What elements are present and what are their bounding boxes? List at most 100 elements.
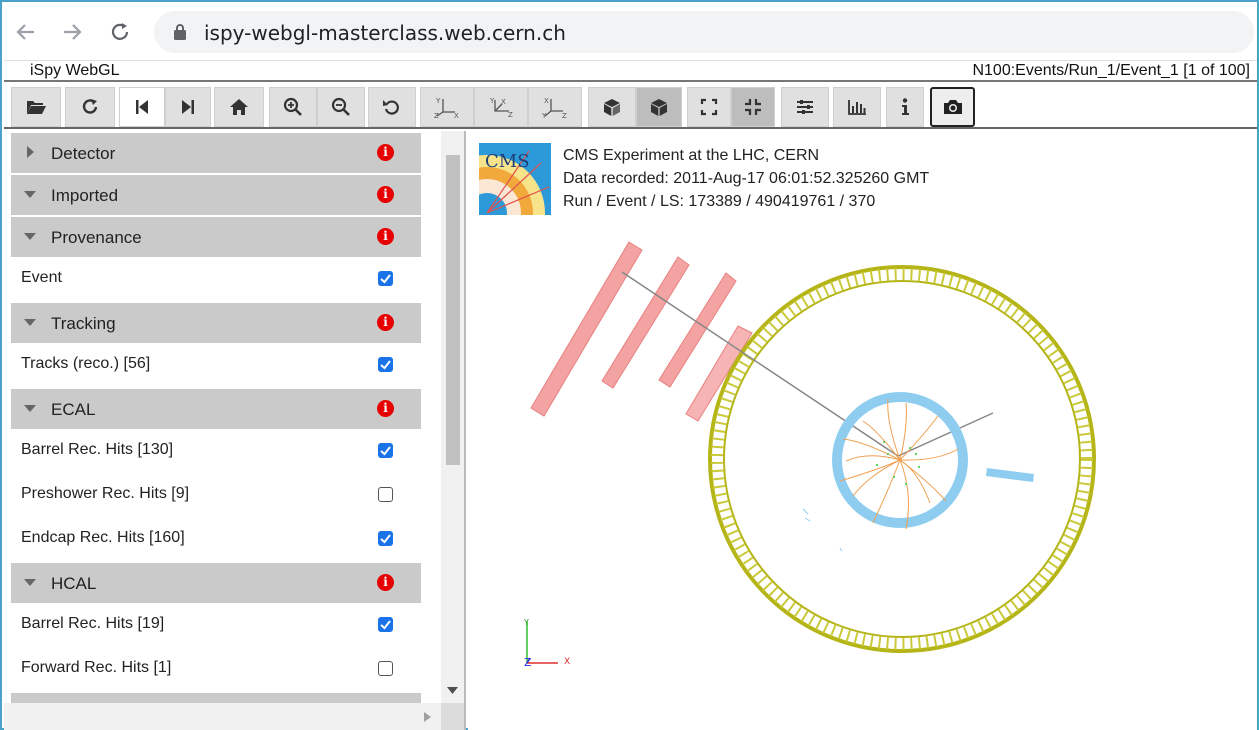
next-event-button[interactable] xyxy=(165,87,211,127)
group-imported[interactable]: Imported i xyxy=(11,175,421,215)
histogram-button[interactable] xyxy=(833,87,881,127)
zoom-in-button[interactable] xyxy=(269,87,317,127)
toolbar: Y Z X YXZ XYZ xyxy=(4,83,1257,129)
list-item-ecal-barrel: Barrel Rec. Hits [130] xyxy=(11,429,421,473)
group-label: Provenance xyxy=(51,228,142,247)
event-scene: Y Z X xyxy=(523,241,1096,669)
scroll-right-icon[interactable] xyxy=(424,712,431,722)
chevron-down-icon xyxy=(24,319,36,326)
muon-outer-ring xyxy=(708,265,1096,653)
open-file-icon xyxy=(27,101,46,114)
view-xy-icon: X Y Z xyxy=(541,97,567,118)
chevron-down-icon xyxy=(24,191,36,198)
visibility-checkbox[interactable] xyxy=(378,617,393,632)
item-label: Tracks (reco.) [56] xyxy=(21,355,151,372)
address-bar[interactable]: ispy-webgl-masterclass.web.cern.ch xyxy=(154,11,1254,53)
orthographic-button[interactable] xyxy=(636,87,682,127)
first-event-button[interactable] xyxy=(119,87,165,127)
item-label: Preshower Rec. Hits [9] xyxy=(21,485,190,502)
visibility-checkbox[interactable] xyxy=(378,661,393,676)
perspective-icon xyxy=(604,99,620,116)
back-arrow-icon[interactable] xyxy=(10,16,42,48)
visibility-checkbox[interactable] xyxy=(378,531,393,546)
exit-fullscreen-icon xyxy=(745,99,761,115)
group-detector[interactable]: Detector i xyxy=(11,133,421,173)
first-event-icon xyxy=(136,100,148,114)
group-ecal[interactable]: ECAL i xyxy=(11,389,421,429)
chevron-right-icon xyxy=(27,146,34,158)
group-label: Tracking xyxy=(51,314,116,333)
svg-text:Y: Y xyxy=(435,97,441,105)
view-xy-button[interactable]: X Y Z xyxy=(528,87,582,127)
list-item-hcal-forward: Forward Rec. Hits [1] xyxy=(11,647,421,691)
settings-button[interactable] xyxy=(781,87,829,127)
list-item-hcal-barrel: Barrel Rec. Hits [19] xyxy=(11,603,421,647)
chevron-down-icon xyxy=(24,579,36,586)
info-icon[interactable]: i xyxy=(377,400,394,417)
info-icon[interactable]: i xyxy=(377,228,394,245)
reset-view-button[interactable] xyxy=(368,87,416,127)
info-icon[interactable]: i xyxy=(377,574,394,591)
view-yz-button[interactable]: Y Z X xyxy=(420,87,474,127)
orthographic-icon xyxy=(651,99,667,116)
svg-text:X: X xyxy=(454,112,459,118)
browser-bar: ispy-webgl-masterclass.web.cern.ch xyxy=(4,4,1257,60)
vertical-scrollbar[interactable] xyxy=(441,131,464,703)
svg-text:X: X xyxy=(544,97,549,105)
home-icon xyxy=(230,99,248,115)
info-button[interactable] xyxy=(886,87,924,127)
axes-triad: Y Z X xyxy=(523,618,570,669)
group-label: Imported xyxy=(51,186,119,205)
group-partial[interactable] xyxy=(11,693,421,703)
info-icon[interactable]: i xyxy=(377,314,394,331)
exit-fullscreen-button[interactable] xyxy=(731,87,775,127)
visibility-checkbox[interactable] xyxy=(378,271,393,286)
screenshot-button[interactable] xyxy=(930,87,975,127)
home-button[interactable] xyxy=(214,87,264,127)
group-label: ECAL xyxy=(51,400,96,419)
svg-text:X: X xyxy=(501,98,506,106)
info-icon[interactable]: i xyxy=(377,186,394,203)
zoom-out-button[interactable] xyxy=(317,87,365,127)
view-xz-icon: Y XZ xyxy=(489,97,513,118)
group-hcal[interactable]: HCAL i xyxy=(11,563,421,603)
item-label: Event xyxy=(21,269,62,286)
zoom-out-icon xyxy=(331,97,350,116)
view-xz-button[interactable]: YXZ xyxy=(474,87,528,127)
chevron-down-icon xyxy=(24,405,36,412)
event-info: N100:Events/Run_1/Event_1 [1 of 100] xyxy=(972,62,1250,79)
reload-icon[interactable] xyxy=(104,16,136,48)
small-hits xyxy=(802,508,843,552)
fullscreen-button[interactable] xyxy=(687,87,731,127)
visibility-checkbox[interactable] xyxy=(378,487,393,502)
axis-y-label: Y xyxy=(523,618,529,627)
perspective-button[interactable] xyxy=(588,87,636,127)
calo-hits xyxy=(876,441,920,485)
item-label: Barrel Rec. Hits [130] xyxy=(21,441,174,458)
svg-text:Z: Z xyxy=(434,112,439,118)
group-label: Detector xyxy=(51,144,116,163)
visibility-checkbox[interactable] xyxy=(378,443,393,458)
scroll-corner xyxy=(441,703,464,730)
info-icon[interactable]: i xyxy=(377,144,394,161)
reload-icon xyxy=(82,99,98,114)
item-label: Barrel Rec. Hits [19] xyxy=(21,615,165,632)
chevron-down-icon xyxy=(24,233,36,240)
collection-panel: Detector i Imported i Provenance i Event… xyxy=(4,131,466,730)
event-display[interactable]: CMS CMS Experiment at the LHC, CERN Data… xyxy=(468,131,1257,730)
svg-text:Y: Y xyxy=(489,97,495,105)
group-tracking[interactable]: Tracking i xyxy=(11,303,421,343)
item-label: Forward Rec. Hits [1] xyxy=(21,659,172,676)
forward-arrow-icon[interactable] xyxy=(56,16,88,48)
reset-icon xyxy=(383,100,399,115)
axis-z-label: Z xyxy=(524,656,532,669)
group-provenance[interactable]: Provenance i xyxy=(11,217,421,257)
open-file-button[interactable] xyxy=(11,87,61,127)
visibility-checkbox[interactable] xyxy=(378,357,393,372)
endcap-slab xyxy=(986,468,1034,482)
reload-event-button[interactable] xyxy=(65,87,115,127)
horizontal-scrollbar[interactable] xyxy=(4,703,441,730)
scroll-down-icon[interactable] xyxy=(447,687,458,695)
app-header: iSpy WebGL N100:Events/Run_1/Event_1 [1 … xyxy=(4,60,1257,82)
scroll-thumb[interactable] xyxy=(446,155,460,465)
